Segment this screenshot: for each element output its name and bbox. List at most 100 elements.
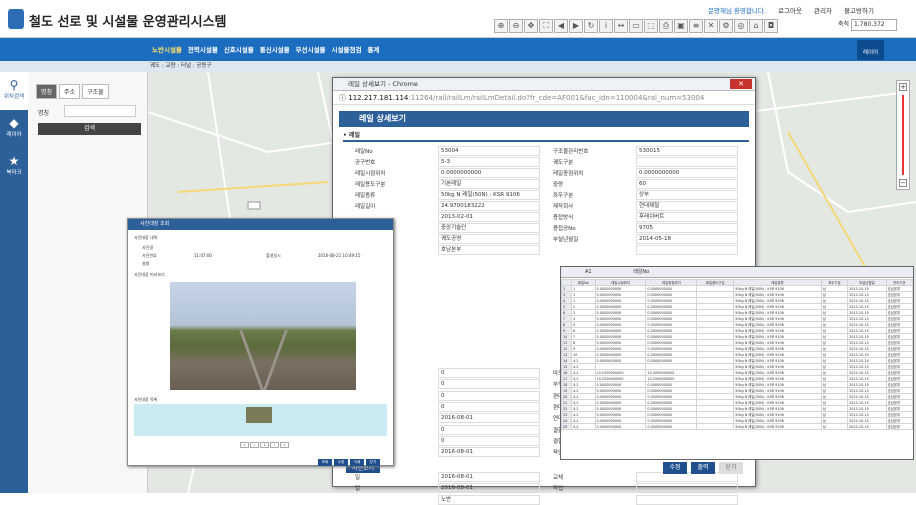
cell[interactable]: 4-2 [571, 423, 596, 430]
nav-power[interactable]: 전력시설물 [188, 44, 218, 54]
zoom-out-tool-icon[interactable]: ⊖ [509, 19, 523, 33]
name-input[interactable] [64, 105, 136, 117]
field-value[interactable]: 5-3 [438, 157, 540, 167]
help-link[interactable]: 불고방하기 [844, 7, 874, 15]
field-value[interactable]: 0 [438, 424, 540, 435]
field-value[interactable]: 530015 [636, 146, 738, 156]
nav-roadbed[interactable]: 노반시설물 [152, 44, 182, 54]
field-value[interactable]: 0 [438, 390, 540, 401]
field-value[interactable]: 기본레일 [438, 179, 540, 189]
measure-area-icon[interactable]: ▭ [629, 19, 643, 33]
field-value[interactable]: 2016-08-01 [438, 483, 540, 494]
home-icon[interactable]: ⌂ [749, 19, 763, 33]
refresh-icon[interactable]: ↻ [584, 19, 598, 33]
layer-icon[interactable]: ≡ [689, 19, 703, 33]
formula-input[interactable]: 레일No [633, 269, 649, 275]
cell[interactable]: 호남본부 [885, 423, 913, 430]
sidebar-item-bookmark[interactable]: ★ 북마크 [0, 148, 28, 186]
photo-delete-button[interactable]: 삭제 [350, 459, 364, 466]
field-value[interactable]: 2013-02-01 [438, 212, 540, 222]
tab-name[interactable]: 명칭 [36, 84, 58, 99]
scale-input[interactable]: 1,780,372 [851, 19, 898, 31]
zoom-out-button[interactable]: − [899, 179, 907, 187]
field-value[interactable]: 2016-08-01 [438, 413, 540, 424]
field-value[interactable]: 현대제철 [636, 201, 738, 211]
cell[interactable]: 0.0000000000 [594, 423, 647, 430]
field-value[interactable] [636, 494, 738, 505]
cell[interactable]: 50kg N 레일(50N) : KSR 9106 [733, 423, 822, 430]
field-value[interactable] [636, 157, 738, 167]
field-value[interactable]: 2016-08-01 [438, 447, 540, 458]
camera-icon[interactable]: ◘ [764, 19, 778, 33]
address-bar[interactable]: ⓘ 112.217.181.114:11264/rail/railLm/rail… [333, 91, 755, 105]
measure-distance-icon[interactable]: ↔ [614, 19, 628, 33]
tab-address[interactable]: 주소 [59, 84, 81, 99]
field-value[interactable]: 0.0000000000 [438, 168, 540, 178]
zoom-in-button[interactable]: + [899, 83, 907, 91]
field-value[interactable]: 0.0000000000 [636, 168, 738, 178]
field-value[interactable]: 60 [636, 179, 738, 189]
field-value[interactable]: 53004 [438, 146, 540, 156]
nav-telecom[interactable]: 통신시설물 [260, 44, 290, 54]
nav-wireless[interactable]: 무선시설물 [296, 44, 326, 54]
previous-view-icon[interactable]: ◀ [554, 19, 568, 33]
print-button[interactable]: 출력 [691, 462, 715, 474]
locate-icon[interactable]: ◎ [734, 19, 748, 33]
field-value[interactable]: 호남본부 [438, 245, 540, 255]
select-icon[interactable]: ⬚ [644, 19, 658, 33]
nav-statistics[interactable]: 통계 [367, 44, 379, 54]
pager-first[interactable]: « [240, 442, 249, 448]
layer-button[interactable]: 레이어 [857, 40, 884, 60]
cell[interactable]: 0.0000000000 [645, 423, 698, 430]
zoom-slider[interactable]: + − [896, 80, 910, 190]
pager-page[interactable]: 1 [260, 442, 269, 448]
nav-signal[interactable]: 신호시설물 [224, 44, 254, 54]
photo-close-button[interactable]: 닫기 [366, 459, 380, 466]
field-value[interactable]: 후레쉬버트 [636, 212, 738, 222]
info-icon[interactable]: i [599, 19, 613, 33]
field-value[interactable]: 0 [438, 401, 540, 412]
settings-icon[interactable]: ⚙ [719, 19, 733, 33]
field-value[interactable]: 2014-05-18 [636, 234, 738, 244]
search-button[interactable]: 검색 [38, 123, 141, 135]
full-extent-icon[interactable]: ⛶ [539, 19, 553, 33]
sidebar-item-location-search[interactable]: ⚲ 위치검색 [0, 72, 28, 110]
cell[interactable] [696, 423, 735, 430]
field-value[interactable]: 0 [438, 379, 540, 390]
close-button[interactable]: 닫기 [719, 462, 743, 474]
save-icon[interactable]: ▣ [674, 19, 688, 33]
pager-next[interactable]: › [270, 442, 279, 448]
field-value[interactable]: 50kg N 레일(50N) : KSR 9106 [438, 190, 540, 200]
field-value[interactable]: 중앙기술단 [438, 223, 540, 233]
field-value[interactable]: 0 [438, 435, 540, 446]
photo-search-button[interactable]: 조회 [318, 459, 332, 466]
field-value[interactable]: 노반 [438, 494, 540, 505]
field-value[interactable]: 2016-08-01 [438, 472, 540, 482]
pager-last[interactable]: » [280, 442, 289, 448]
nav-inspection[interactable]: 시설물점검 [332, 44, 362, 54]
field-value[interactable]: 궤도공영 [438, 234, 540, 244]
cell-reference[interactable]: A1 [585, 269, 592, 275]
field-value[interactable] [636, 245, 738, 255]
admin-link[interactable]: 관리자 [814, 7, 832, 15]
edit-button[interactable]: 수정 [663, 462, 687, 474]
field-value[interactable] [636, 483, 738, 494]
cell[interactable]: 2013-10-15 [847, 423, 887, 430]
field-value[interactable]: 24.9700183222 [438, 201, 540, 211]
window-close-button[interactable]: ✕ [730, 79, 752, 89]
field-value[interactable]: 9705 [636, 223, 738, 233]
photo-thumbnail[interactable] [246, 407, 272, 423]
sidebar-item-layer[interactable]: ◆ 레이어 [0, 110, 28, 148]
pager-prev[interactable]: ‹ [250, 442, 259, 448]
clear-icon[interactable]: ✕ [704, 19, 718, 33]
field-value[interactable]: 0 [438, 368, 540, 378]
zoom-in-tool-icon[interactable]: ⊕ [494, 19, 508, 33]
photo-edit-button[interactable]: 수정 [334, 459, 348, 466]
next-view-icon[interactable]: ▶ [569, 19, 583, 33]
cell[interactable]: 상 [820, 423, 849, 430]
print-icon[interactable]: ⎙ [659, 19, 673, 33]
tab-structure[interactable]: 구조물 [82, 84, 109, 99]
field-value[interactable]: 상부 [636, 190, 738, 200]
row-number[interactable]: 25 [561, 423, 572, 430]
pan-tool-icon[interactable]: ✥ [524, 19, 538, 33]
